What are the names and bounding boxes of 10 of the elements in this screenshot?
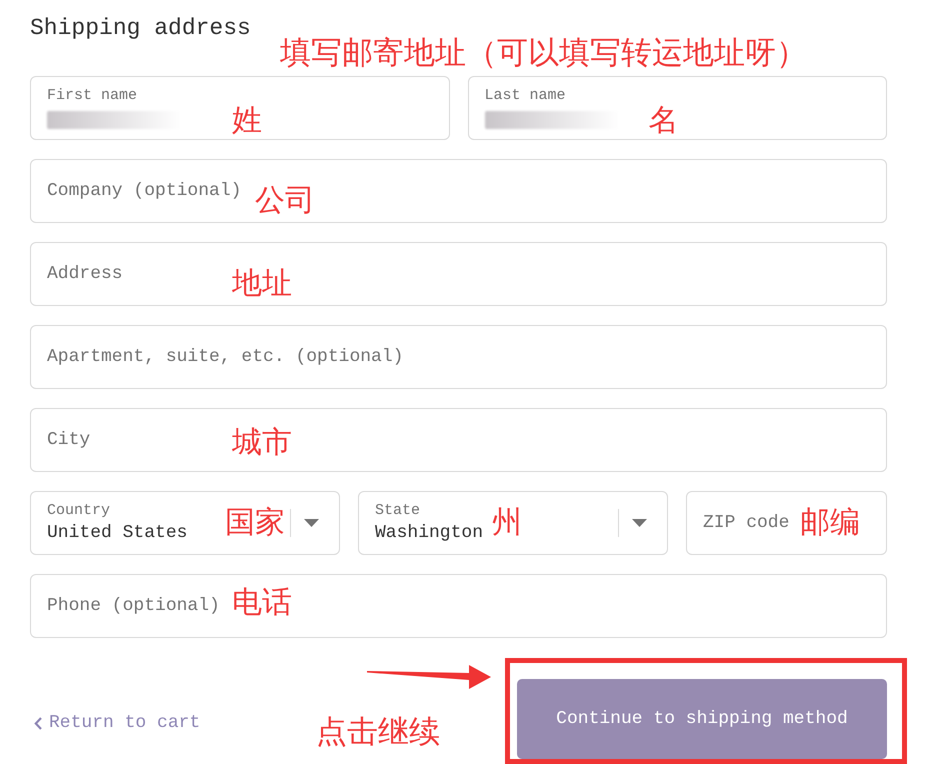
annotation-note: 公司 bbox=[255, 188, 315, 218]
annotation-note: 名 bbox=[648, 108, 678, 138]
caret-down-icon bbox=[632, 519, 647, 527]
annotation-note: 姓 bbox=[232, 108, 262, 138]
return-link[interactable]: Return to cart bbox=[34, 711, 200, 735]
input-field[interactable]: Apartment, suite, etc. (optional) bbox=[30, 325, 887, 389]
caret-down-icon bbox=[304, 519, 319, 527]
continue-button[interactable]: Continue to shipping method bbox=[517, 679, 887, 759]
section-heading: Shipping address bbox=[30, 14, 251, 43]
chevron-left-icon bbox=[34, 716, 42, 730]
